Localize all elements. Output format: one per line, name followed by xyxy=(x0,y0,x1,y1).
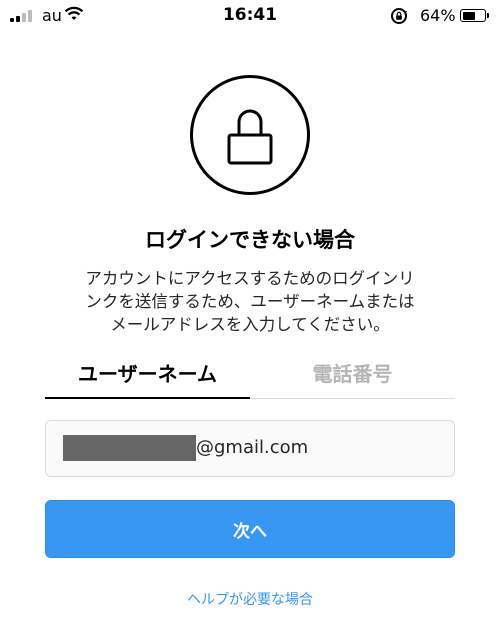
username-email-input[interactable]: @gmail.com xyxy=(45,420,455,477)
instruction-line: ンクを送信するため、ユーザーネームまたは xyxy=(85,292,415,311)
rotation-lock-icon xyxy=(390,7,408,29)
instruction-line: アカウントにアクセスするためのログインリ xyxy=(85,269,415,288)
input-value: @gmail.com xyxy=(196,437,309,458)
tab-username[interactable]: ユーザーネーム xyxy=(45,347,250,399)
redacted-text xyxy=(63,435,196,461)
tab-phone[interactable]: 電話番号 xyxy=(250,347,455,399)
instruction-line: メールアドレスを入力してください。 xyxy=(110,315,390,334)
lookup-method-tabs: ユーザーネーム 電話番号 xyxy=(45,347,455,399)
instruction-text: アカウントにアクセスするためのログインリ ンクを送信するため、ユーザーネームまた… xyxy=(60,267,440,336)
battery-icon xyxy=(460,9,486,22)
help-link[interactable]: ヘルプが必要な場合 xyxy=(0,589,500,609)
status-bar: au 16:41 64% xyxy=(0,0,500,34)
battery-percentage: 64% xyxy=(420,6,456,25)
next-button[interactable]: 次へ xyxy=(45,500,455,558)
lock-icon xyxy=(190,75,310,195)
page-title: ログインできない場合 xyxy=(145,228,355,252)
battery-tip xyxy=(487,13,489,18)
